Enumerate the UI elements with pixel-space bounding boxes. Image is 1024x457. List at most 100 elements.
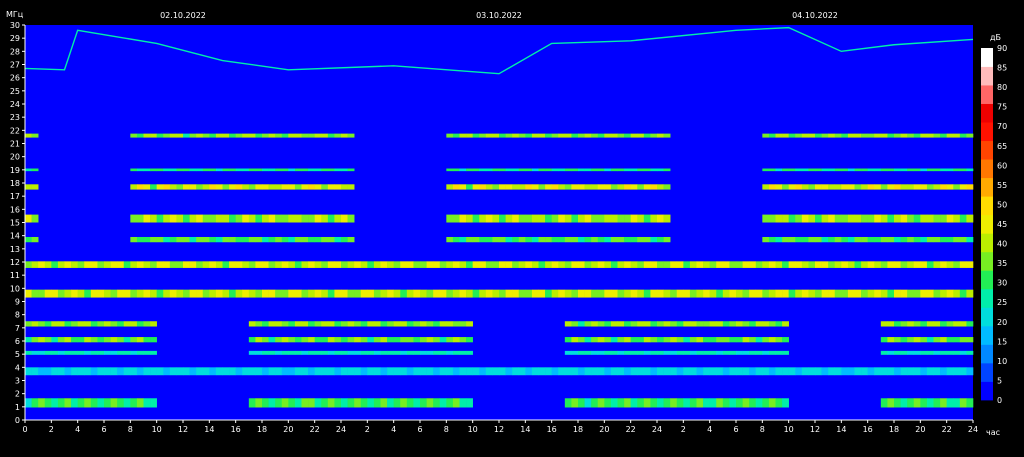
heatmap-cell — [294, 350, 302, 355]
heatmap-cell — [334, 289, 342, 298]
heatmap-cell — [446, 261, 454, 268]
heatmap-cell — [215, 168, 223, 172]
heatmap-cell — [736, 350, 743, 355]
heatmap-cell — [84, 337, 92, 343]
heatmap-cell — [426, 367, 434, 376]
heatmap-cell — [630, 168, 638, 172]
heatmap-cell — [775, 367, 783, 376]
x-tick-label: 16 — [863, 425, 873, 434]
heatmap-cell — [406, 367, 414, 376]
colorbar-swatch — [981, 270, 993, 290]
heatmap-cell — [953, 367, 961, 376]
heatmap-cell — [663, 367, 671, 376]
heatmap-cell — [564, 350, 572, 355]
heatmap-cell — [551, 133, 559, 138]
x-tick-label: 20 — [283, 425, 293, 434]
heatmap-cell — [624, 214, 631, 223]
heatmap-cell — [459, 289, 467, 298]
heatmap-cell — [242, 367, 250, 376]
heatmap-cell — [90, 337, 98, 343]
heatmap-cell — [531, 184, 539, 190]
heatmap-cell — [420, 289, 427, 298]
heatmap-cell — [327, 321, 335, 327]
heatmap-cell — [762, 398, 770, 408]
heatmap-cell — [643, 350, 651, 355]
heatmap-cell — [847, 367, 855, 376]
heatmap-cell — [262, 321, 269, 327]
heatmap-cell — [841, 261, 849, 268]
heatmap-cell — [624, 398, 631, 408]
heatmap-cell — [51, 321, 59, 327]
heatmap-cell — [755, 289, 763, 298]
heatmap-cell — [650, 214, 658, 223]
heatmap-cell — [479, 367, 487, 376]
heatmap-cell — [156, 367, 164, 376]
heatmap-cell — [459, 168, 467, 172]
heatmap-cell — [959, 367, 967, 376]
heatmap-cell — [505, 133, 513, 138]
heatmap-cell — [670, 261, 678, 268]
heatmap-cell — [637, 367, 645, 376]
heatmap-cell — [801, 214, 809, 223]
x-tick-label: 18 — [257, 425, 267, 434]
heatmap-cell — [867, 133, 875, 138]
heatmap-cell — [551, 261, 559, 268]
heatmap-cell — [610, 398, 618, 408]
heatmap-cell — [472, 236, 480, 243]
heatmap-cell — [347, 184, 355, 190]
heatmap-cell — [222, 236, 230, 243]
heatmap-cell — [387, 367, 394, 376]
heatmap-cell — [189, 214, 197, 223]
heatmap-cell — [959, 214, 967, 223]
heatmap-cell — [564, 289, 572, 298]
heatmap-cell — [538, 184, 546, 190]
heatmap-cell — [367, 398, 375, 408]
heatmap-cell — [940, 168, 947, 172]
heatmap-cell — [275, 350, 283, 355]
heatmap-cell — [31, 350, 39, 355]
heatmap-band — [25, 133, 974, 138]
heatmap-cell — [77, 321, 85, 327]
heatmap-cell — [946, 168, 954, 172]
heatmap-cell — [894, 321, 901, 327]
heatmap-cell — [472, 133, 480, 138]
heatmap-cell — [966, 261, 974, 268]
heatmap-cell — [749, 367, 757, 376]
heatmap-cell — [874, 133, 882, 138]
heatmap-cell — [327, 133, 335, 138]
heatmap-cell — [841, 367, 849, 376]
heatmap-cell — [136, 133, 144, 138]
heatmap-cell — [281, 367, 289, 376]
heatmap-cell — [578, 367, 585, 376]
heatmap-cell — [591, 337, 599, 343]
x-tick-label: 10 — [784, 425, 794, 434]
heatmap-cell — [301, 289, 309, 298]
heatmap-cell — [854, 133, 862, 138]
heatmap-cell — [900, 184, 908, 190]
heatmap-cell — [643, 236, 651, 243]
heatmap-cell — [189, 261, 197, 268]
heatmap-cell — [25, 337, 32, 343]
heatmap-cell — [25, 184, 32, 190]
heatmap-cell — [775, 168, 783, 172]
x-tick-label: 12 — [494, 425, 504, 434]
heatmap-cell — [538, 367, 546, 376]
heatmap-cell — [782, 236, 789, 243]
heatmap-cell — [104, 350, 111, 355]
colorbar-tick-label: 75 — [997, 103, 1007, 112]
heatmap-cell — [117, 321, 125, 327]
heatmap-cell — [959, 133, 967, 138]
heatmap-cell — [492, 168, 500, 172]
heatmap-cell — [683, 321, 691, 327]
heatmap-cell — [136, 337, 144, 343]
heatmap-cell — [327, 168, 335, 172]
heatmap-cell — [275, 337, 283, 343]
heatmap-cell — [281, 214, 289, 223]
heatmap-cell — [663, 236, 671, 243]
heatmap-cell — [150, 321, 157, 327]
heatmap-cell — [420, 350, 427, 355]
heatmap-cell — [294, 168, 302, 172]
heatmap-cell — [578, 350, 585, 355]
heatmap-cell — [347, 350, 355, 355]
heatmap-cell — [571, 367, 579, 376]
